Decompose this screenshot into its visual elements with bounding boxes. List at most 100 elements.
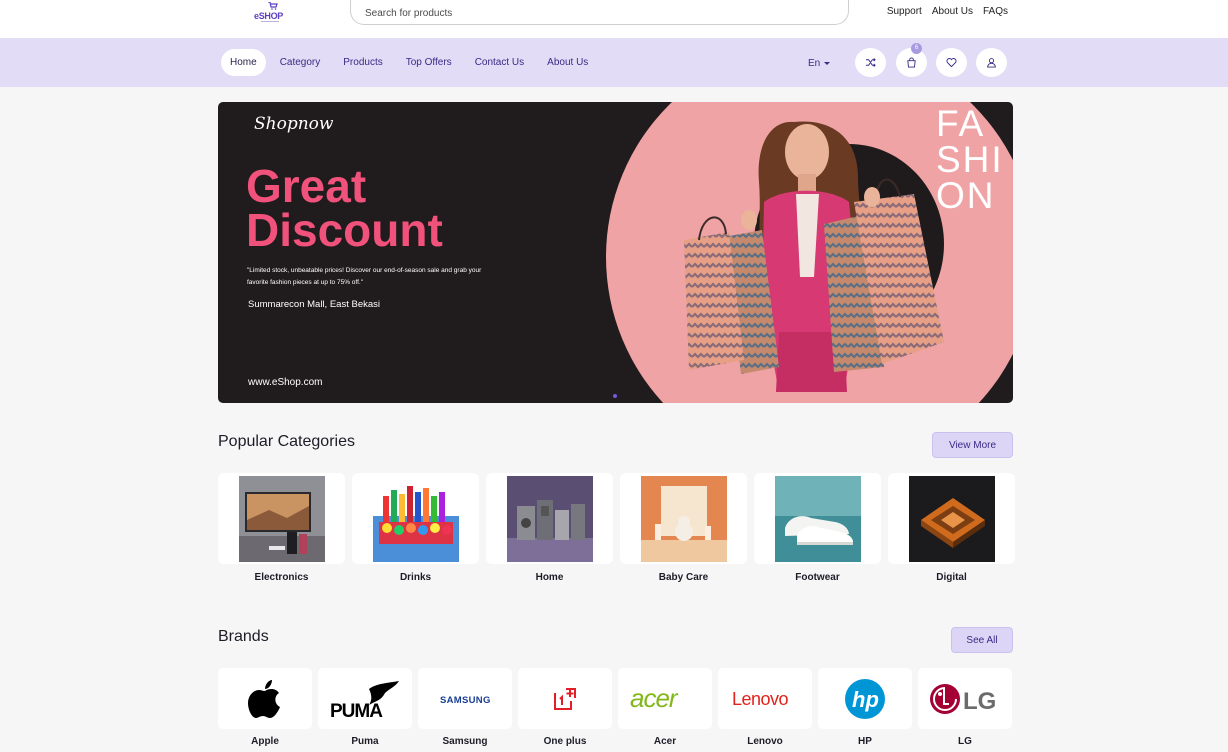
svg-text:PUMA: PUMA xyxy=(330,701,383,719)
category-item-electronics[interactable]: Electronics xyxy=(218,473,345,583)
brand-list: Apple PUMA Puma SAMSUNG Samsung One plus xyxy=(218,668,1013,747)
brand-item-hp[interactable]: hp HP xyxy=(818,668,912,747)
nav-item-category[interactable]: Category xyxy=(271,49,330,76)
hero-headline: Great Discount xyxy=(246,163,443,256)
nav-item-products[interactable]: Products xyxy=(334,49,391,76)
logo-text: eSHOP xyxy=(254,11,284,21)
category-label: Drinks xyxy=(399,572,432,583)
fashion-line-2: SHI xyxy=(936,139,1004,180)
language-dropdown[interactable]: En xyxy=(808,58,831,69)
brand-item-puma[interactable]: PUMA Puma xyxy=(318,668,412,747)
language-label: En xyxy=(808,58,821,69)
svg-text:hp: hp xyxy=(852,687,879,712)
drinks-image xyxy=(373,476,459,562)
samsung-logo: SAMSUNG xyxy=(440,695,490,705)
category-list: Electronics Drinks Home Baby Care Footwe… xyxy=(218,473,1015,583)
top-links: Support About Us FAQs xyxy=(887,6,1008,17)
cart-button[interactable]: 6 xyxy=(896,43,927,77)
compare-button[interactable] xyxy=(855,48,886,77)
category-item-baby-care[interactable]: Baby Care xyxy=(620,473,747,583)
category-label: Home xyxy=(535,572,564,583)
brand-card: PUMA xyxy=(318,668,412,729)
category-label: Footwear xyxy=(795,572,840,583)
brand-label: HP xyxy=(858,736,872,747)
digital-image xyxy=(909,476,995,562)
brand-item-one-plus[interactable]: One plus xyxy=(518,668,612,747)
nav-item-top-offers[interactable]: Top Offers xyxy=(397,49,461,76)
nav-item-home[interactable]: Home xyxy=(221,49,266,76)
category-card xyxy=(352,473,479,564)
category-item-digital[interactable]: Digital xyxy=(888,473,1015,583)
view-more-button[interactable]: View More xyxy=(932,432,1013,458)
support-link[interactable]: Support xyxy=(887,6,922,17)
logo-cart-icon xyxy=(268,2,278,10)
popular-categories-title: Popular Categories xyxy=(218,433,355,450)
headline-line-2: Discount xyxy=(246,204,443,256)
search-bar[interactable] xyxy=(350,0,849,25)
nav-item-contact-us[interactable]: Contact Us xyxy=(466,49,533,76)
shuffle-icon xyxy=(865,58,876,67)
svg-text:SAMSUNG: SAMSUNG xyxy=(440,695,490,705)
brand-card: SAMSUNG xyxy=(418,668,512,729)
about-us-link[interactable]: About Us xyxy=(932,6,973,17)
faqs-link[interactable]: FAQs xyxy=(983,6,1008,17)
category-card xyxy=(620,473,747,564)
fashion-line-3: ON xyxy=(936,175,996,216)
brand-card: acer xyxy=(618,668,712,729)
puma-logo: PUMA xyxy=(330,680,399,719)
category-item-drinks[interactable]: Drinks xyxy=(352,473,479,583)
woman-shopping-image xyxy=(684,121,944,392)
category-card xyxy=(486,473,613,564)
see-all-button[interactable]: See All xyxy=(951,627,1013,653)
brand-item-apple[interactable]: Apple xyxy=(218,668,312,747)
carousel-indicator[interactable] xyxy=(613,394,617,398)
category-item-footwear[interactable]: Footwear xyxy=(754,473,881,583)
lg-logo: LG xyxy=(930,683,996,715)
hero-banner[interactable]: Shopnow Great Discount "Limited stock, u… xyxy=(218,102,1013,403)
category-item-home[interactable]: Home xyxy=(486,473,613,583)
home-appliances-image xyxy=(507,476,593,562)
category-label: Baby Care xyxy=(658,572,709,583)
svg-text:LG: LG xyxy=(963,688,996,715)
brand-item-samsung[interactable]: SAMSUNG Samsung xyxy=(418,668,512,747)
wishlist-button[interactable] xyxy=(936,48,967,77)
brand-item-acer[interactable]: acer Acer xyxy=(618,668,712,747)
lenovo-logo: Lenovo xyxy=(732,689,789,709)
brand-item-lg[interactable]: LG LG xyxy=(918,668,1012,747)
hero-brand: Shopnow xyxy=(254,114,334,134)
fashion-text: FA SHI ON xyxy=(936,103,1004,216)
nav-menu: Home Category Products Top Offers Contac… xyxy=(221,49,602,76)
logo-tagline xyxy=(261,21,279,22)
brand-card xyxy=(518,668,612,729)
account-button[interactable] xyxy=(976,48,1007,77)
hero-url: www.eShop.com xyxy=(248,377,323,388)
cart-icon xyxy=(907,57,916,68)
main-nav: Home Category Products Top Offers Contac… xyxy=(0,38,1228,87)
brand-item-lenovo[interactable]: Lenovo Lenovo xyxy=(718,668,812,747)
brand-label: LG xyxy=(958,736,972,747)
search-input[interactable] xyxy=(351,0,848,24)
chevron-down-icon xyxy=(824,61,831,65)
nav-item-about-us[interactable]: About Us xyxy=(538,49,597,76)
top-bar: eSHOP Support About Us FAQs xyxy=(0,0,1228,38)
hero-location: Summarecon Mall, East Bekasi xyxy=(248,299,380,310)
brand-label: One plus xyxy=(543,736,587,747)
apple-logo xyxy=(248,679,280,718)
acer-logo: acer xyxy=(630,685,680,713)
fashion-line-1: FA xyxy=(936,103,986,144)
cart-count-badge: 6 xyxy=(911,43,922,54)
oneplus-logo xyxy=(554,687,576,710)
category-label: Electronics xyxy=(254,572,309,583)
eshop-logo[interactable]: eSHOP xyxy=(254,2,286,24)
brand-label: Samsung xyxy=(442,736,488,747)
brand-label: Apple xyxy=(251,736,279,747)
brand-label: Lenovo xyxy=(747,736,783,747)
electronics-image xyxy=(239,476,325,562)
footwear-image xyxy=(775,476,861,562)
svg-text:Lenovo: Lenovo xyxy=(732,689,789,709)
brand-card: Lenovo xyxy=(718,668,812,729)
brand-card xyxy=(218,668,312,729)
brands-title: Brands xyxy=(218,628,269,645)
category-card xyxy=(218,473,345,564)
user-icon xyxy=(987,58,996,68)
